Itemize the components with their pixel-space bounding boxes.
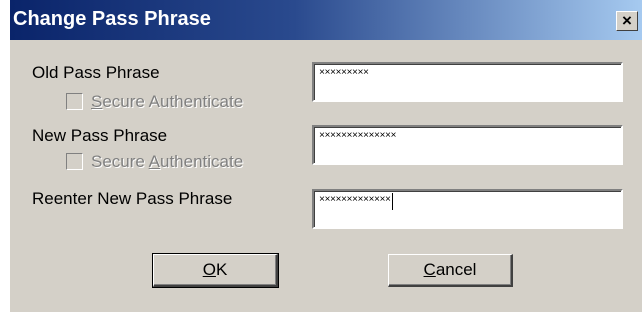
ok-button-label: OK	[202, 260, 228, 279]
cancel-button[interactable]: Cancel	[388, 254, 513, 287]
reenter-pass-phrase-label: Reenter New Pass Phrase	[32, 189, 233, 208]
ok-button[interactable]: OK	[152, 253, 279, 288]
reenter-pass-phrase-value: ×××××××××××××	[319, 195, 391, 206]
reenter-pass-phrase-input[interactable]: ×××××××××××××	[312, 189, 623, 229]
old-secure-authenticate-label: Secure Authenticate	[91, 92, 244, 111]
new-pass-phrase-label: New Pass Phrase	[32, 126, 168, 145]
close-button[interactable]: ×	[616, 11, 638, 31]
old-secure-authenticate-checkbox[interactable]	[66, 93, 83, 110]
close-icon: ×	[622, 11, 632, 30]
old-pass-phrase-value: ×××××××××	[319, 68, 369, 79]
window-title: Change Pass Phrase	[13, 8, 211, 30]
new-secure-authenticate-label: Secure Authenticate	[91, 152, 244, 171]
old-pass-phrase-label: Old Pass Phrase	[32, 63, 160, 82]
new-pass-phrase-value: ××××××××××××××	[319, 131, 397, 142]
change-pass-phrase-dialog: Change Pass Phrase × Old Pass Phrase Sec…	[10, 0, 642, 312]
cancel-button-label: Cancel	[423, 260, 477, 279]
text-caret	[391, 193, 393, 210]
new-pass-phrase-input[interactable]: ××××××××××××××	[312, 125, 623, 165]
title-bar[interactable]: Change Pass Phrase ×	[10, 0, 642, 40]
new-secure-authenticate-checkbox[interactable]	[66, 153, 83, 170]
old-pass-phrase-input[interactable]: ×××××××××	[312, 62, 623, 102]
